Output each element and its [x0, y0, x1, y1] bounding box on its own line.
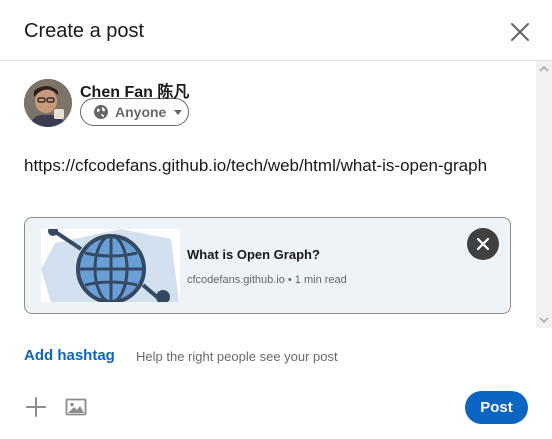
scrollbar[interactable] — [536, 61, 552, 328]
visibility-label: Anyone — [115, 104, 167, 120]
dialog-title: Create a post — [24, 20, 145, 42]
scroll-up-arrow-icon[interactable] — [536, 63, 552, 75]
image-icon — [65, 398, 87, 416]
open-graph-logo — [41, 229, 180, 302]
plus-icon — [26, 397, 46, 417]
link-preview-meta: cfcodefans.github.io • 1 min read — [187, 274, 347, 286]
globe-icon — [94, 105, 108, 119]
close-icon — [511, 23, 529, 41]
link-preview-thumbnail — [41, 229, 180, 302]
remove-preview-button[interactable] — [467, 228, 499, 260]
hashtag-hint: Help the right people see your post — [136, 349, 338, 364]
post-button[interactable]: Post — [465, 391, 528, 424]
caret-down-icon — [174, 110, 183, 115]
add-content-button[interactable] — [24, 395, 48, 419]
scrollbar-thumb[interactable] — [540, 77, 548, 313]
add-photo-button[interactable] — [64, 395, 88, 419]
scroll-down-arrow-icon[interactable] — [536, 314, 552, 326]
link-preview-title: What is Open Graph? — [187, 247, 320, 262]
close-icon — [476, 237, 490, 251]
avatar — [24, 79, 72, 127]
dialog-header: Create a post — [0, 0, 552, 61]
add-hashtag-button[interactable]: Add hashtag — [24, 347, 115, 364]
create-post-dialog: Create a post Chen Fan 陈凡 Anyone https:/… — [0, 0, 552, 439]
close-dialog-button[interactable] — [506, 18, 534, 46]
visibility-dropdown[interactable]: Anyone — [80, 98, 189, 126]
link-preview-card[interactable]: What is Open Graph? cfcodefans.github.io… — [24, 217, 511, 314]
post-text-editor[interactable]: https://cfcodefans.github.io/tech/web/ht… — [24, 152, 504, 179]
